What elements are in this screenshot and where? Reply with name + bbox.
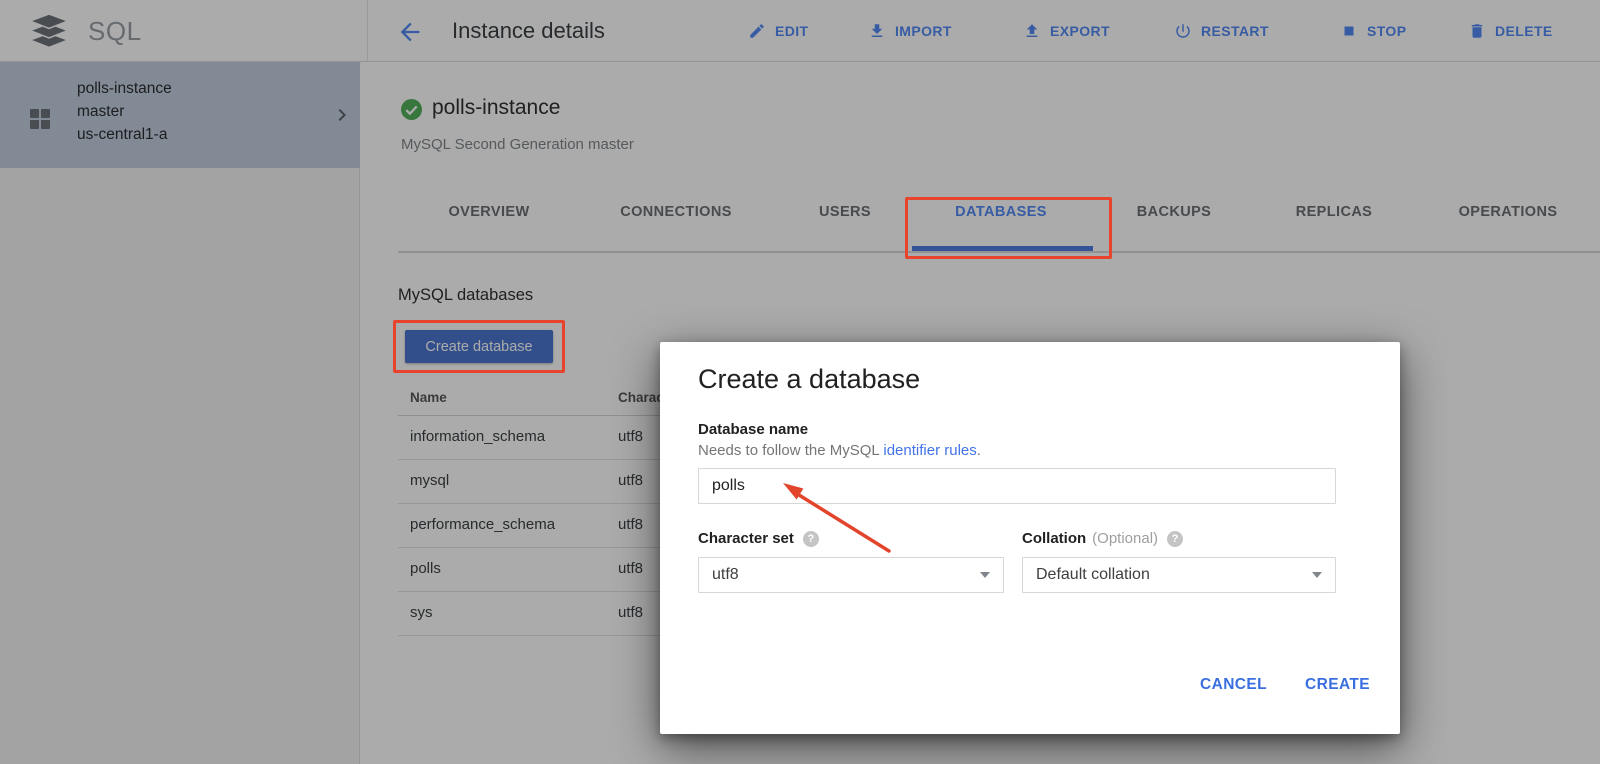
dialog-actions: CANCEL CREATE <box>1200 676 1370 694</box>
collation-label: Collation (Optional) <box>1022 530 1183 547</box>
collation-label-text: Collation <box>1022 530 1086 547</box>
collation-help-icon[interactable] <box>1167 531 1183 547</box>
chevron-down-icon <box>980 572 990 578</box>
create-button[interactable]: CREATE <box>1305 676 1370 694</box>
charset-help-icon[interactable] <box>803 531 819 547</box>
database-name-input[interactable] <box>698 468 1336 504</box>
charset-select[interactable]: utf8 <box>698 557 1004 593</box>
annotation-box-create-button <box>393 320 565 373</box>
collation-value: Default collation <box>1036 566 1312 584</box>
charset-value: utf8 <box>712 566 980 584</box>
helper-text-suffix: . <box>977 442 981 459</box>
database-name-label: Database name <box>698 421 808 438</box>
charset-label: Character set <box>698 530 819 547</box>
collation-select[interactable]: Default collation <box>1022 557 1336 593</box>
identifier-rules-link[interactable]: identifier rules <box>883 442 976 459</box>
collation-optional-text: (Optional) <box>1092 530 1158 547</box>
create-database-dialog: Create a database Database name Needs to… <box>660 342 1400 734</box>
database-name-helper: Needs to follow the MySQL identifier rul… <box>698 442 981 459</box>
charset-label-text: Character set <box>698 530 794 547</box>
page: SQL Instance details EDIT IMPORT EXPORT <box>0 0 1600 764</box>
dialog-title: Create a database <box>698 364 920 395</box>
chevron-down-icon <box>1312 572 1322 578</box>
helper-text: Needs to follow the MySQL <box>698 442 883 459</box>
annotation-box-databases-tab <box>905 197 1112 259</box>
cancel-button[interactable]: CANCEL <box>1200 676 1267 694</box>
